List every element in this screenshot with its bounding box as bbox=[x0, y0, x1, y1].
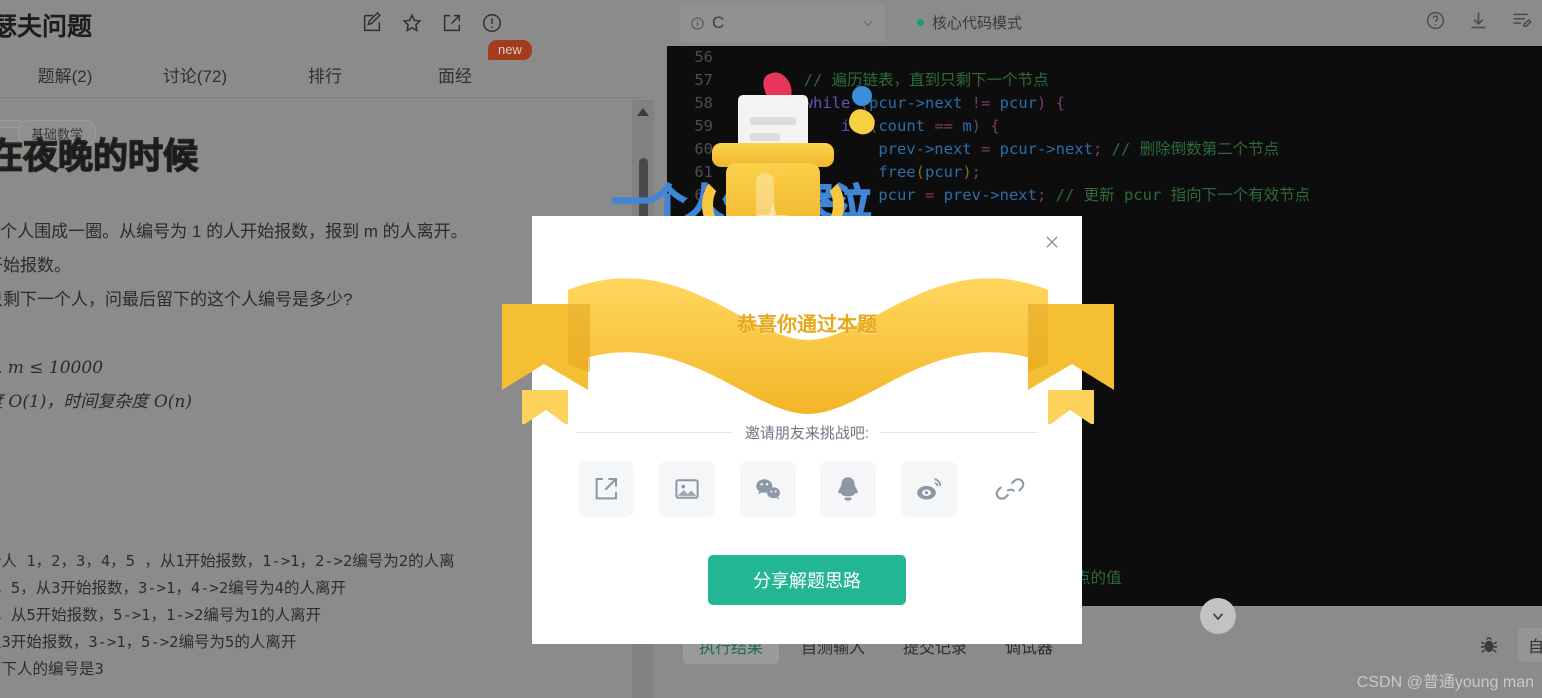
edit-icon[interactable] bbox=[361, 12, 383, 34]
code-token: prev->next bbox=[943, 186, 1037, 204]
code-token: ( bbox=[915, 163, 925, 181]
problem-constraint: n, m ≤ 10000 bbox=[0, 358, 104, 378]
language-label: C bbox=[712, 13, 725, 32]
notes-icon[interactable] bbox=[1511, 10, 1532, 31]
code-token: = bbox=[915, 186, 944, 204]
problem-tabs: 题解(2) 讨论(72) 排行 面经 bbox=[0, 52, 645, 98]
example-line-5: 留下人的编号是3 bbox=[0, 660, 104, 678]
code-token: ; bbox=[1092, 140, 1112, 158]
editor-header-actions bbox=[1425, 10, 1532, 31]
code-token: free bbox=[878, 163, 916, 181]
example-line-2: 4，5，从3开始报数，3->1，4->2编号为4的人离开 bbox=[0, 579, 346, 597]
problem-line-1: n 个人围成一圈。从编号为 1 的人开始报数，报到 m 的人离开。 bbox=[0, 222, 468, 241]
close-icon[interactable] bbox=[1038, 228, 1066, 256]
info-circle-icon bbox=[690, 16, 705, 31]
code-token: // 遍历链表，直到只剩下一个节点 bbox=[803, 71, 1049, 89]
share-solution-button[interactable]: 分享解题思路 bbox=[708, 555, 906, 605]
code-token: pcur bbox=[878, 186, 916, 204]
invite-divider-row: 邀请朋友来挑战吧: bbox=[576, 422, 1039, 443]
code-token: pcur->next bbox=[999, 140, 1093, 158]
code-line: 56 bbox=[667, 46, 1542, 69]
status-dot bbox=[917, 19, 924, 26]
code-token: = bbox=[971, 140, 1000, 158]
example-line-1: 个人 1，2，3，4，5 ，从1开始报数，1->1，2->2编号为2的人离 bbox=[0, 552, 455, 570]
problem-complexity: 度 O(1)，时间复杂度 O(n) bbox=[0, 392, 192, 412]
problem-header: 瑟夫问题 bbox=[0, 0, 645, 46]
divider-right bbox=[881, 432, 1039, 433]
divider-left bbox=[576, 432, 733, 433]
page-title: 瑟夫问题 bbox=[0, 13, 93, 41]
invite-label: 邀请朋友来挑战吧: bbox=[744, 425, 870, 442]
code-token: pcur bbox=[999, 94, 1037, 112]
code-token: ; bbox=[971, 163, 981, 181]
tab-interview[interactable]: 面经 bbox=[390, 62, 520, 87]
code-token: prev->next bbox=[878, 140, 972, 158]
example-line-3: 5，从5开始报数，5->1，1->2编号为1的人离开 bbox=[0, 606, 322, 624]
code-token: != bbox=[962, 94, 1000, 112]
code-token: ) bbox=[962, 163, 972, 181]
code-token: ; bbox=[1036, 186, 1056, 204]
success-modal: 恭喜你通过本题 邀请朋友来挑战吧: 分享解题思路 bbox=[502, 216, 1114, 644]
confetti-blue bbox=[852, 86, 872, 106]
editor-header: C 核心代码模式 bbox=[665, 0, 1542, 46]
problem-line-2: 开始报数。 bbox=[0, 256, 71, 275]
problem-example: 个人 1，2，3，4，5 ，从1开始报数，1->1，2->2编号为2的人离 4，… bbox=[0, 548, 606, 683]
line-number: 56 bbox=[694, 48, 713, 66]
link-icon[interactable] bbox=[982, 461, 1038, 517]
code-token: ) { bbox=[1036, 94, 1065, 112]
problem-line-3: 只剩下一个人，问最后留下的这个人编号是多少? bbox=[0, 290, 353, 309]
share-options bbox=[578, 461, 1038, 517]
code-token: // 更新 pcur 指向下一个有效节点 bbox=[1055, 186, 1311, 204]
modal-footer-spacer bbox=[532, 620, 1082, 644]
weibo-icon[interactable] bbox=[901, 461, 958, 517]
code-token: m bbox=[962, 117, 972, 135]
bug-icon[interactable] bbox=[1478, 634, 1500, 656]
code-mode-indicator: 核心代码模式 bbox=[917, 12, 1022, 33]
code-token: count bbox=[878, 117, 925, 135]
image-icon[interactable] bbox=[658, 461, 715, 517]
tab-discussion[interactable]: 讨论(72) bbox=[130, 62, 260, 87]
congratulations-text: 恭喜你通过本题 bbox=[737, 314, 877, 336]
tab-ranking[interactable]: 排行 bbox=[260, 62, 390, 87]
download-icon[interactable] bbox=[1468, 10, 1489, 31]
help-circle-icon[interactable] bbox=[1425, 10, 1446, 31]
problem-statement: n 个人围成一圈。从编号为 1 的人开始报数，报到 m 的人离开。 开始报数。 … bbox=[0, 215, 546, 419]
code-token: while bbox=[803, 94, 851, 112]
code-token: pcur bbox=[924, 163, 963, 181]
example-line-4: 从3开始报数，3->1，5->2编号为5的人离开 bbox=[0, 633, 297, 651]
line-number: 59 bbox=[694, 117, 713, 135]
problem-header-actions bbox=[361, 12, 503, 34]
partial-action-button[interactable]: 自 bbox=[1518, 628, 1542, 662]
code-mode-label: 核心代码模式 bbox=[932, 15, 1023, 32]
line-number: 58 bbox=[694, 94, 713, 112]
collapse-console-button[interactable] bbox=[1200, 598, 1236, 634]
language-select[interactable]: C bbox=[680, 4, 885, 42]
app-root: 瑟夫问题 new 题解(2) 讨论(72) 排行 面经 基础数学 在夜晚的时候 … bbox=[0, 0, 1542, 698]
info-circle-icon[interactable] bbox=[481, 12, 503, 34]
wechat-icon[interactable] bbox=[739, 461, 796, 517]
code-line: 57 // 遍历链表，直到只剩下一个节点 bbox=[667, 69, 1542, 92]
share-external-icon[interactable] bbox=[441, 12, 463, 34]
scroll-up-arrow-icon[interactable] bbox=[637, 108, 649, 116]
line-number: 57 bbox=[694, 71, 713, 89]
tag-pill-basic-math[interactable]: 基础数学 bbox=[18, 120, 97, 147]
share-external-icon[interactable] bbox=[578, 461, 634, 517]
code-token: pcur->next bbox=[869, 94, 963, 112]
code-token: ) { bbox=[971, 117, 1000, 135]
star-icon[interactable] bbox=[401, 12, 423, 34]
qq-icon[interactable] bbox=[820, 461, 877, 517]
code-token: // 删除倒数第二个节点 bbox=[1111, 140, 1280, 158]
chevron-down-icon bbox=[861, 16, 875, 30]
code-token: == bbox=[925, 117, 963, 135]
tab-solutions[interactable]: 题解(2) bbox=[0, 62, 130, 87]
